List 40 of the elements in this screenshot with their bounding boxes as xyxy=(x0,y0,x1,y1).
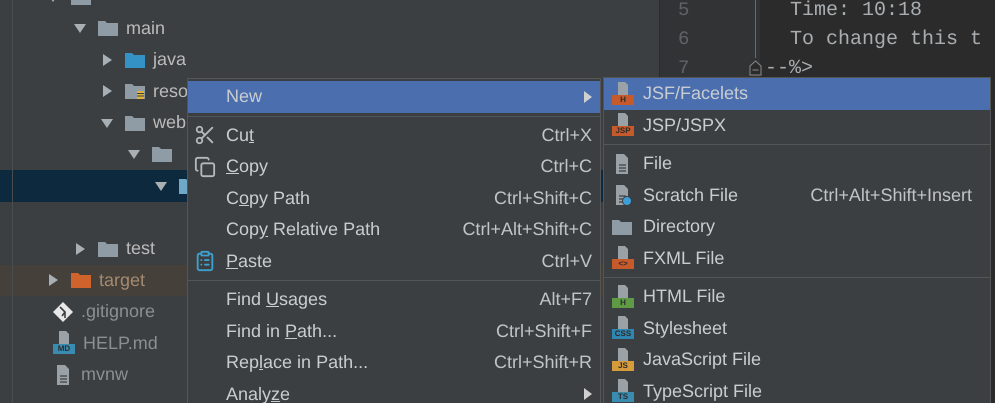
tree-label: .gitignore xyxy=(81,300,156,324)
menu-label: Find in Path... xyxy=(226,320,338,343)
code-line: Time: 10:18 xyxy=(790,0,922,20)
menu-label: Copy xyxy=(226,155,268,178)
shortcut-label: Ctrl+Alt+Shift+C xyxy=(462,218,592,242)
tree-label: mvnw xyxy=(81,363,128,386)
menu-label: JavaScript File xyxy=(643,348,762,372)
shortcut-label: Ctrl+Shift+R xyxy=(494,351,592,374)
menu-label: Paste xyxy=(226,250,272,273)
tree-label: java xyxy=(153,48,186,72)
tree-label: web xyxy=(153,111,186,134)
tree-label: reso xyxy=(153,80,188,103)
menu-label: Directory xyxy=(643,215,716,238)
menu-label: New xyxy=(226,85,262,108)
shortcut-label: Ctrl+C xyxy=(540,155,592,178)
menu-label: Find Usages xyxy=(226,288,328,312)
code-line: To change this t xyxy=(790,30,982,50)
menu-label: JSF/Facelets xyxy=(643,82,748,106)
menu-label: FXML File xyxy=(643,246,724,270)
shortcut-label: Ctrl+X xyxy=(541,124,592,147)
tree-label: main xyxy=(126,16,166,40)
tree-label: test xyxy=(126,237,156,260)
shortcut-label: Ctrl+Shift+F xyxy=(496,320,592,343)
menu-label: Stylesheet xyxy=(643,316,728,340)
shortcut-label: Alt+F7 xyxy=(539,288,592,312)
menu-label: HTML File xyxy=(643,285,726,308)
tree-label: HELP.md xyxy=(83,332,158,355)
shortcut-label: Ctrl+V xyxy=(541,250,592,273)
menu-label: JSP/JSPX xyxy=(643,114,726,137)
menu-label: Replace in Path... xyxy=(226,351,368,374)
menu-label: Scratch File xyxy=(643,184,738,207)
shortcut-label: Ctrl+Alt+Shift+Insert xyxy=(810,184,972,207)
menu-label: Copy Relative Path xyxy=(226,218,380,242)
menu-label: Copy Path xyxy=(226,186,310,210)
tree-label: target xyxy=(99,268,146,292)
menu-label: Cut xyxy=(226,124,254,147)
menu-label: TypeScript File xyxy=(643,380,762,403)
code-line: --%> xyxy=(765,58,814,78)
shortcut-label: Ctrl+Shift+C xyxy=(494,186,592,210)
menu-label: File xyxy=(643,152,672,176)
